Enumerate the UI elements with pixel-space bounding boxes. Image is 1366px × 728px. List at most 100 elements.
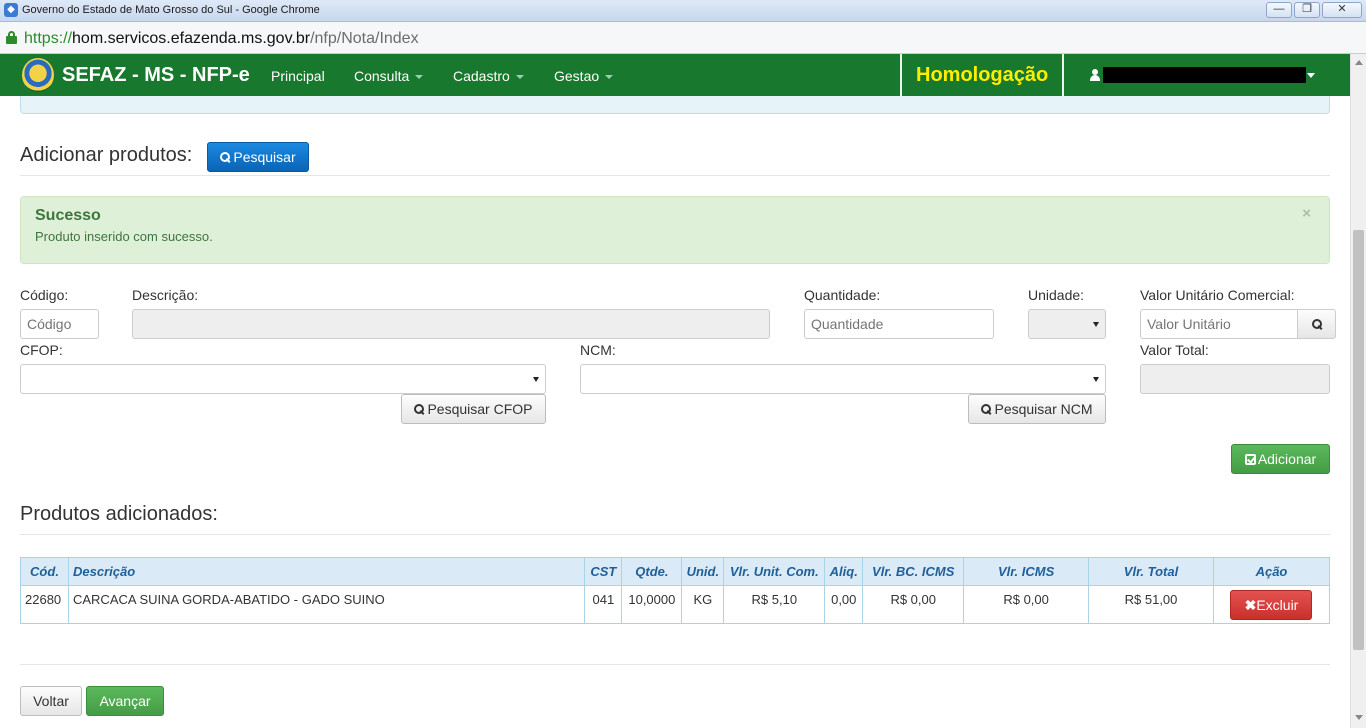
alert-message: Produto inserido com sucesso. (35, 229, 213, 244)
products-title: Produtos adicionados: (20, 503, 218, 525)
col-cod: Cód. (20, 557, 69, 586)
alert-title: Sucesso (35, 207, 101, 224)
divider (20, 534, 1330, 535)
cfop-select[interactable] (20, 364, 546, 394)
descricao-label: Descrição: (132, 287, 199, 303)
divider (20, 664, 1330, 665)
col-qtde: Qtde. (621, 557, 683, 586)
info-panel (20, 96, 1330, 114)
user-menu-caret-icon[interactable] (1307, 73, 1315, 78)
adicionar-button[interactable]: Adicionar (1231, 444, 1330, 474)
valor-total-label: Valor Total: (1140, 342, 1209, 358)
select-arrow-icon (1093, 377, 1099, 382)
products-table: Cód. Descrição CST Qtde. Unid. Vlr. Unit… (20, 557, 1331, 624)
col-aliq: Aliq. (824, 557, 864, 586)
pesquisar-ncm-button[interactable]: Pesquisar NCM (968, 394, 1106, 424)
col-vlr-icms: Vlr. ICMS (963, 557, 1090, 586)
select-arrow-icon (533, 377, 539, 382)
user-name-redacted[interactable] (1103, 67, 1306, 83)
unidade-select[interactable] (1028, 309, 1106, 339)
avancar-button[interactable]: Avançar (86, 686, 164, 716)
environment-label: Homologação (916, 64, 1049, 86)
cell-cod: 22680 (20, 585, 69, 624)
scroll-thumb[interactable] (1353, 230, 1364, 650)
cell-vlr-bc-icms: R$ 0,00 (862, 585, 965, 624)
lock-icon[interactable] (6, 31, 17, 44)
col-cst: CST (584, 557, 623, 586)
chevron-down-icon (415, 75, 424, 80)
cell-vlr-total: R$ 51,00 (1088, 585, 1214, 624)
col-vlr-unit: Vlr. Unit. Com. (723, 557, 826, 586)
nav-cadastro-label: Cadastro (453, 68, 510, 84)
close-window-button[interactable]: ✕ (1322, 2, 1362, 18)
scroll-up-arrow-icon[interactable] (1355, 60, 1363, 65)
search-icon (414, 404, 425, 415)
col-unid: Unid. (681, 557, 725, 586)
page-scrollbar[interactable] (1350, 54, 1366, 728)
brand-title[interactable]: SEFAZ - MS - NFP-e (62, 64, 250, 87)
window-titlebar: ◆ Governo do Estado de Mato Grosso do Su… (0, 0, 1366, 22)
window-title: Governo do Estado de Mato Grosso do Sul … (22, 4, 320, 16)
excluir-label: Excluir (1256, 596, 1299, 613)
valor-unitario-input[interactable] (1140, 309, 1298, 339)
nav-cadastro[interactable]: Cadastro (453, 68, 524, 84)
descricao-input[interactable] (132, 309, 770, 339)
url-host: hom.servicos.efazenda.ms.gov.br (72, 30, 311, 47)
search-products-button[interactable]: Pesquisar (207, 142, 309, 172)
excluir-button[interactable]: ✖Excluir (1230, 589, 1313, 620)
minimize-button[interactable]: — (1266, 2, 1292, 18)
url-text[interactable]: https://hom.servicos.efazenda.ms.gov.br/… (24, 30, 419, 48)
chevron-down-icon (515, 75, 524, 80)
nav-divider (1062, 54, 1064, 96)
select-arrow-icon (1093, 322, 1099, 327)
ncm-label: NCM: (580, 342, 616, 358)
voltar-button[interactable]: Voltar (20, 686, 82, 716)
chevron-down-icon (605, 75, 614, 80)
valor-unitario-search-button[interactable] (1297, 309, 1336, 339)
cell-cst: 041 (584, 585, 623, 624)
col-vlr-total: Vlr. Total (1088, 557, 1214, 586)
pesquisar-cfop-button[interactable]: Pesquisar CFOP (401, 394, 546, 424)
state-emblem-logo[interactable] (22, 58, 54, 92)
address-bar[interactable]: https://hom.servicos.efazenda.ms.gov.br/… (0, 22, 1366, 54)
cell-vlr-icms: R$ 0,00 (963, 585, 1090, 624)
maximize-button[interactable]: ❐ (1294, 2, 1320, 18)
unidade-label: Unidade: (1028, 287, 1085, 303)
cell-qtde: 10,0000 (621, 585, 683, 624)
nav-consulta-label: Consulta (354, 68, 410, 84)
nav-consulta[interactable]: Consulta (354, 68, 424, 84)
chrome-app-icon: ◆ (4, 3, 18, 17)
col-descricao: Descrição (67, 557, 586, 586)
user-icon[interactable] (1090, 69, 1100, 81)
scroll-down-arrow-icon[interactable] (1355, 715, 1363, 720)
valor-total-input[interactable] (1140, 364, 1330, 394)
success-alert: Sucesso Produto inserido com sucesso. × (20, 196, 1330, 264)
quantidade-input[interactable] (804, 309, 994, 339)
search-icon (1312, 319, 1323, 330)
valor-unitario-label: Valor Unitário Comercial: (1140, 287, 1295, 303)
check-square-icon (1244, 454, 1256, 465)
ncm-select[interactable] (580, 364, 1106, 394)
nav-principal[interactable]: Principal (271, 68, 325, 84)
codigo-label: Código: (20, 287, 69, 303)
cell-descricao: CARCACA SUINA GORDA-ABATIDO - GADO SUINO (67, 585, 586, 624)
search-products-label: Pesquisar (233, 149, 296, 165)
col-acao: Ação (1212, 557, 1331, 586)
window-controls: — ❐ ✕ (1266, 2, 1362, 18)
adicionar-label: Adicionar (1257, 451, 1317, 467)
remove-x-icon: ✖ (1244, 596, 1257, 613)
search-icon (220, 152, 231, 163)
close-icon[interactable]: × (1302, 205, 1311, 222)
nav-gestao[interactable]: Gestao (554, 68, 614, 84)
cell-unid: KG (681, 585, 725, 624)
quantidade-label: Quantidade: (804, 287, 881, 303)
cell-acao: ✖Excluir (1212, 585, 1331, 624)
cfop-label: CFOP: (20, 342, 63, 358)
cell-aliq: 0,00 (824, 585, 864, 624)
codigo-input[interactable] (20, 309, 99, 339)
table-header-row: Cód. Descrição CST Qtde. Unid. Vlr. Unit… (20, 557, 1331, 586)
url-path: /nfp/Nota/Index (310, 30, 419, 47)
url-scheme: https:// (24, 30, 73, 47)
search-icon (981, 404, 992, 415)
cell-vlr-unit: R$ 5,10 (723, 585, 826, 624)
